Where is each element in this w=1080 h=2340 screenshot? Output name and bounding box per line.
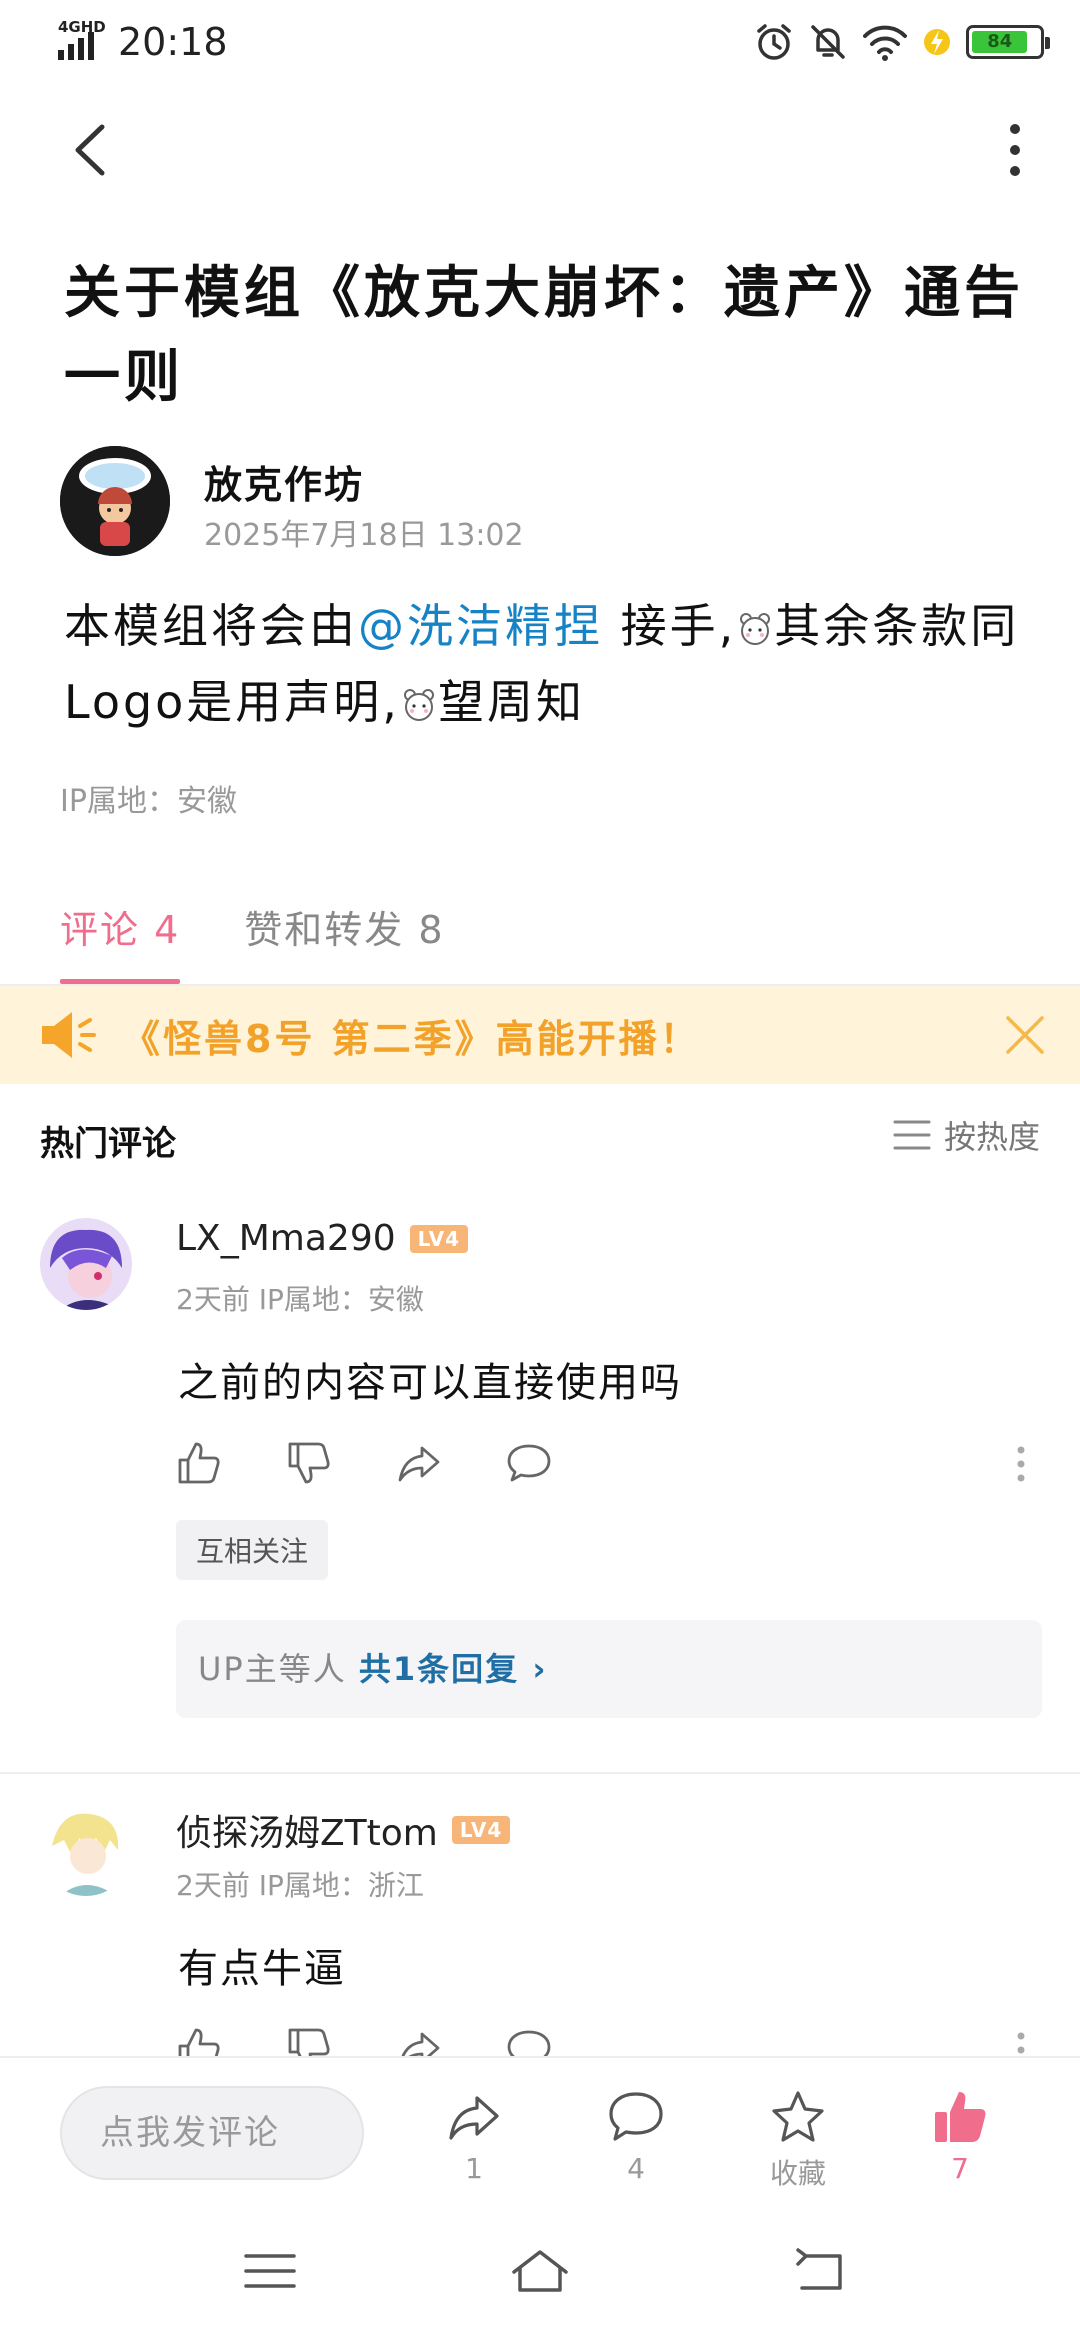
post-title: 关于模组《放克大崩坏：遗产》通告一则	[64, 261, 1024, 410]
sort-label: 按热度	[943, 1118, 1040, 1156]
star-icon	[772, 2091, 824, 2142]
comment-icon	[609, 2092, 663, 2141]
post-time: 2025年7月18日 13:02	[204, 518, 524, 553]
share-button[interactable]: 1	[424, 2088, 524, 2185]
comment-input[interactable]: 点我发评论	[60, 2086, 364, 2180]
tab-likes-reposts[interactable]: 赞和转发 8	[244, 900, 444, 990]
menu-icon[interactable]	[240, 2246, 300, 2296]
avatar-illustration	[40, 1218, 132, 1310]
tab-comments[interactable]: 评论 4	[60, 900, 181, 990]
comment-tabs: 评论 4 赞和转发 8	[60, 900, 445, 990]
banner-text: 《怪兽8号 第二季》高能开播！	[122, 1017, 701, 1061]
clock: 20:18	[118, 20, 228, 64]
battery-level: 84	[972, 31, 1028, 53]
comment-text: 之前的内容可以直接使用吗	[178, 1360, 682, 1406]
close-icon[interactable]	[998, 1008, 1052, 1062]
reply-summary[interactable]: UP主等人 共1条回复 ›	[176, 1620, 1042, 1718]
alarm-icon	[757, 24, 791, 60]
post-body: 本模组将会由@洗洁精捏 接手, 其余条款同Logo是用声明, 望周知	[64, 588, 1024, 740]
promo-banner[interactable]: 《怪兽8号 第二季》高能开播！	[0, 986, 1080, 1084]
signal-icon	[58, 32, 94, 60]
more-vertical-icon[interactable]	[1014, 1444, 1028, 1484]
share-icon[interactable]	[396, 1440, 442, 1486]
like-count: 7	[951, 2152, 969, 2185]
comment-actions	[176, 2026, 552, 2056]
comment-username-row: 侦探汤姆ZTtom LV4	[176, 1804, 511, 1856]
avatar[interactable]	[40, 1218, 132, 1310]
username[interactable]: 侦探汤姆ZTtom	[176, 1804, 438, 1856]
comment-button[interactable]: 4	[586, 2088, 686, 2185]
share-icon	[449, 2096, 499, 2140]
list-icon	[893, 1120, 931, 1150]
avatar[interactable]	[40, 1804, 132, 1896]
comment-actions	[176, 1440, 552, 1486]
hot-comments-title: 热门评论	[40, 1124, 176, 1164]
comment-meta: 2天前 IP属地：安徽	[176, 1283, 424, 1316]
thumbs-down-icon[interactable]	[286, 2026, 332, 2056]
mute-bell-icon	[811, 25, 845, 59]
body-text: 本模组将会由	[64, 599, 358, 653]
back-icon[interactable]	[60, 115, 120, 185]
more-vertical-icon[interactable]	[990, 115, 1040, 185]
reply-icon[interactable]	[506, 1440, 552, 1486]
level-badge: LV4	[451, 1816, 511, 1844]
username[interactable]: LX_Mma290	[176, 1218, 396, 1259]
comment-item: 侦探汤姆ZTtom LV4 2天前 IP属地：浙江 有点牛逼	[0, 1796, 1080, 2056]
thumbs-up-icon[interactable]	[176, 2026, 222, 2056]
charging-icon	[924, 29, 950, 55]
comment-count: 4	[627, 2152, 645, 2185]
bear-emoji-icon	[403, 689, 434, 721]
share-icon[interactable]	[396, 2026, 442, 2056]
divider	[0, 1772, 1080, 1774]
body-text: 望周知	[437, 675, 585, 729]
comment-text: 有点牛逼	[178, 1946, 346, 1992]
author-name[interactable]: 放克作坊	[204, 454, 364, 509]
mutual-follow-tag: 互相关注	[176, 1520, 329, 1580]
comment-item: LX_Mma290 LV4 2天前 IP属地：安徽 之前的内容可以直接使用吗 互…	[0, 1210, 1080, 1770]
ip-location: IP属地：安徽	[60, 784, 237, 819]
avatar-illustration	[60, 446, 170, 556]
speaker-icon	[42, 1012, 96, 1058]
favorite-button[interactable]: 收藏	[748, 2088, 848, 2192]
mention-link[interactable]: @洗洁精捏	[358, 599, 603, 653]
bear-emoji-icon	[740, 613, 771, 645]
level-badge: LV4	[409, 1224, 469, 1253]
home-icon[interactable]	[510, 2246, 570, 2296]
sort-button[interactable]: 按热度	[892, 1112, 1040, 1158]
thumbs-up-icon[interactable]	[176, 1440, 222, 1486]
bottom-action-bar: 点我发评论 1 4 收藏 7	[0, 2056, 1080, 2196]
like-button[interactable]: 7	[910, 2088, 1010, 2185]
battery-indicator: 84	[966, 25, 1050, 59]
comment-username-row: LX_Mma290 LV4	[176, 1218, 469, 1259]
avatar-illustration	[40, 1804, 132, 1896]
reply-prefix: UP主等人	[198, 1650, 359, 1688]
body-text: 接手,	[603, 599, 737, 653]
reply-icon[interactable]	[506, 2026, 552, 2056]
thumbs-up-filled-icon	[935, 2092, 986, 2142]
back-icon[interactable]	[790, 2246, 850, 2296]
view-replies-link[interactable]: 共1条回复 ›	[359, 1650, 548, 1688]
author-avatar[interactable]	[60, 446, 170, 556]
system-navigation-bar	[0, 2196, 1080, 2340]
share-count: 1	[465, 2152, 483, 2185]
more-vertical-icon[interactable]	[1014, 2030, 1028, 2056]
thumbs-down-icon[interactable]	[286, 1440, 332, 1486]
comment-meta: 2天前 IP属地：浙江	[176, 1869, 424, 1902]
favorite-label: 收藏	[769, 2157, 826, 2190]
wifi-icon	[863, 25, 907, 61]
status-bar: 4GHD 20:18 84	[0, 0, 1080, 90]
